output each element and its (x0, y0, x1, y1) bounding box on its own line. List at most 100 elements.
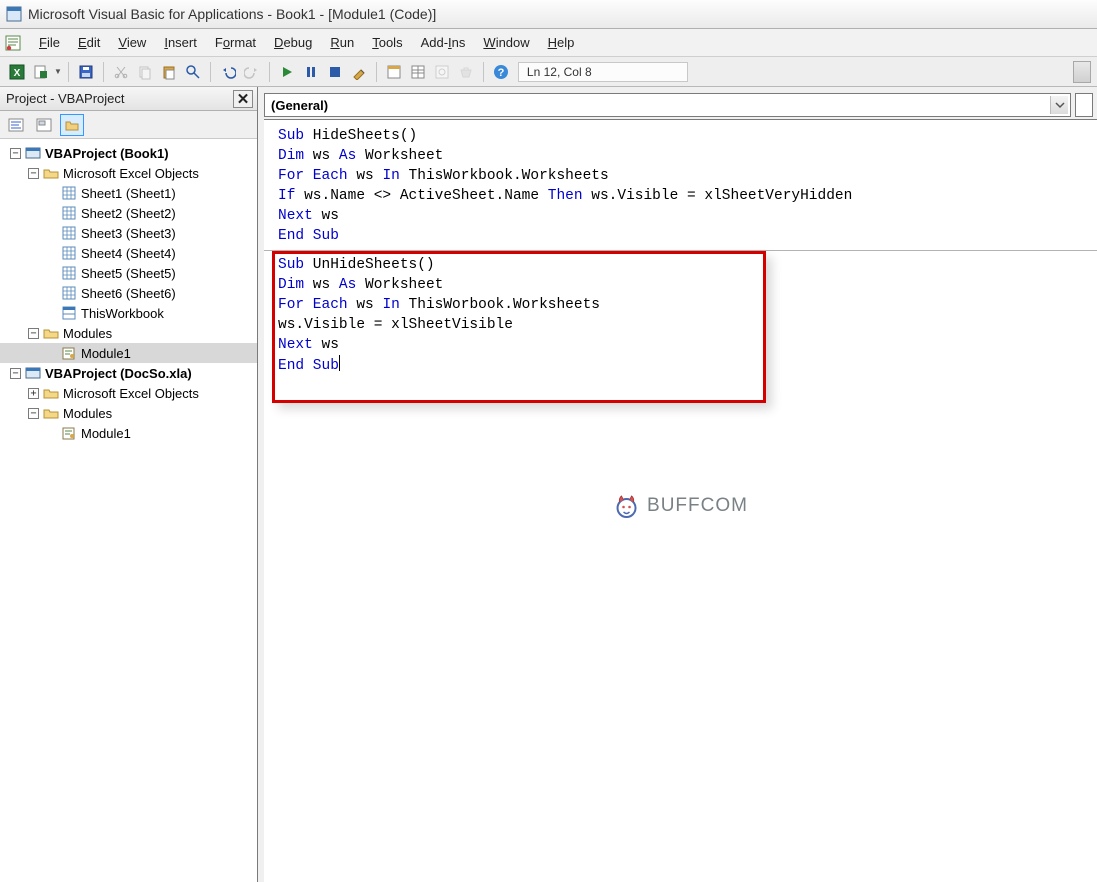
code-line[interactable]: End Sub (278, 226, 1097, 246)
menu-window[interactable]: Window (474, 32, 538, 53)
run-icon[interactable] (276, 61, 298, 83)
tree-node[interactable]: Module1 (0, 343, 257, 363)
design-mode-icon[interactable] (348, 61, 370, 83)
tree-node-label: Sheet3 (Sheet3) (81, 226, 176, 241)
paste-icon[interactable] (158, 61, 180, 83)
menu-add-ins[interactable]: Add-Ins (412, 32, 475, 53)
copy-icon[interactable] (134, 61, 156, 83)
svg-text:?: ? (498, 67, 505, 79)
menu-insert[interactable]: Insert (155, 32, 206, 53)
sheet-icon (61, 186, 77, 200)
reset-icon[interactable] (324, 61, 346, 83)
menu-file[interactable]: File (30, 32, 69, 53)
procedure-combo-partial[interactable] (1075, 93, 1093, 117)
sheet-icon (61, 286, 77, 300)
code-line[interactable]: Sub HideSheets() (278, 126, 1097, 146)
project-icon (25, 366, 41, 380)
menu-tools[interactable]: Tools (363, 32, 411, 53)
toolbar-overflow[interactable] (1073, 61, 1091, 83)
tree-node[interactable]: − Microsoft Excel Objects (0, 163, 257, 183)
tree-node-label: Modules (63, 406, 112, 421)
code-line[interactable]: Dim ws As Worksheet (278, 146, 1097, 166)
insert-module-icon[interactable] (30, 61, 52, 83)
menu-view[interactable]: View (109, 32, 155, 53)
tree-node-label: Sheet1 (Sheet1) (81, 186, 176, 201)
tree-node[interactable]: − Modules (0, 403, 257, 423)
tree-node[interactable]: Sheet1 (Sheet1) (0, 183, 257, 203)
object-browser-icon[interactable] (431, 61, 453, 83)
module-icon (61, 426, 77, 440)
menu-format[interactable]: Format (206, 32, 265, 53)
cut-icon[interactable] (110, 61, 132, 83)
tree-node[interactable]: Module1 (0, 423, 257, 443)
view-excel-icon[interactable]: X (6, 61, 28, 83)
watermark: BUFFCOM (613, 493, 748, 519)
redo-icon[interactable] (241, 61, 263, 83)
project-icon (25, 146, 41, 160)
view-code-icon[interactable] (4, 114, 28, 136)
code-line[interactable]: Dim ws As Worksheet (278, 275, 1097, 295)
code-line[interactable]: ws.Visible = xlSheetVisible (278, 315, 1097, 335)
menu-edit[interactable]: Edit (69, 32, 109, 53)
properties-icon[interactable] (407, 61, 429, 83)
watermark-logo-icon (613, 493, 639, 519)
project-explorer: Project - VBAProject ✕ −VBAProject (Book… (0, 87, 258, 882)
code-line[interactable]: Next ws (278, 206, 1097, 226)
help-icon[interactable]: ? (490, 61, 512, 83)
project-tree[interactable]: −VBAProject (Book1)−Microsoft Excel Obje… (0, 139, 257, 882)
tree-toggle[interactable]: − (28, 168, 39, 179)
tree-node-label: Sheet6 (Sheet6) (81, 286, 176, 301)
menu-debug[interactable]: Debug (265, 32, 321, 53)
project-explorer-header: Project - VBAProject ✕ (0, 87, 257, 111)
titlebar: Microsoft Visual Basic for Applications … (0, 0, 1097, 29)
folder-icon (43, 166, 59, 180)
code-line[interactable]: For Each ws In ThisWorbook.Worksheets (278, 295, 1097, 315)
toolbox-icon[interactable] (455, 61, 477, 83)
tree-toggle[interactable]: − (10, 148, 21, 159)
tree-node[interactable]: ThisWorkbook (0, 303, 257, 323)
code-editor-panel: (General) BUFFCOM Sub HideSheets()Dim ws… (258, 87, 1097, 882)
tree-node[interactable]: + Microsoft Excel Objects (0, 383, 257, 403)
tree-toggle[interactable]: − (28, 328, 39, 339)
chevron-down-icon[interactable] (1050, 96, 1068, 114)
object-combo[interactable]: (General) (264, 93, 1071, 117)
find-icon[interactable] (182, 61, 204, 83)
code-line[interactable]: Next ws (278, 335, 1097, 355)
code-line[interactable]: For Each ws In ThisWorkbook.Worksheets (278, 166, 1097, 186)
text-caret (339, 355, 340, 371)
project-explorer-icon[interactable] (383, 61, 405, 83)
tree-node[interactable]: Sheet3 (Sheet3) (0, 223, 257, 243)
vba-doc-icon (4, 34, 22, 52)
code-editor[interactable]: BUFFCOM Sub HideSheets()Dim ws As Worksh… (264, 119, 1097, 882)
menu-help[interactable]: Help (539, 32, 584, 53)
close-icon[interactable]: ✕ (233, 90, 253, 108)
tree-node[interactable]: Sheet6 (Sheet6) (0, 283, 257, 303)
tree-node-label: Module1 (81, 346, 131, 361)
tree-node-label: Microsoft Excel Objects (63, 166, 199, 181)
tree-node[interactable]: Sheet4 (Sheet4) (0, 243, 257, 263)
watermark-text: BUFFCOM (647, 496, 748, 516)
tree-node[interactable]: −VBAProject (Book1) (0, 143, 257, 163)
toggle-folders-icon[interactable] (60, 114, 84, 136)
code-line[interactable]: End Sub (278, 355, 1097, 376)
tree-toggle[interactable]: − (10, 368, 21, 379)
tree-toggle[interactable]: − (28, 408, 39, 419)
break-icon[interactable] (300, 61, 322, 83)
window-title: Microsoft Visual Basic for Applications … (28, 6, 436, 22)
module-icon (61, 346, 77, 360)
tree-node[interactable]: Sheet2 (Sheet2) (0, 203, 257, 223)
tree-node[interactable]: −VBAProject (DocSo.xla) (0, 363, 257, 383)
tree-node[interactable]: −Modules (0, 323, 257, 343)
tree-node[interactable]: Sheet5 (Sheet5) (0, 263, 257, 283)
view-object-icon[interactable] (32, 114, 56, 136)
save-icon[interactable] (75, 61, 97, 83)
menu-run[interactable]: Run (321, 32, 363, 53)
tree-node-label: Microsoft Excel Objects (63, 386, 199, 401)
tree-toggle[interactable]: + (28, 388, 39, 399)
code-line[interactable]: Sub UnHideSheets() (278, 255, 1097, 275)
code-line[interactable]: If ws.Name <> ActiveSheet.Name Then ws.V… (278, 186, 1097, 206)
undo-icon[interactable] (217, 61, 239, 83)
sheet-icon (61, 206, 77, 220)
project-explorer-toolbar (0, 111, 257, 139)
procedure-separator (264, 250, 1097, 251)
